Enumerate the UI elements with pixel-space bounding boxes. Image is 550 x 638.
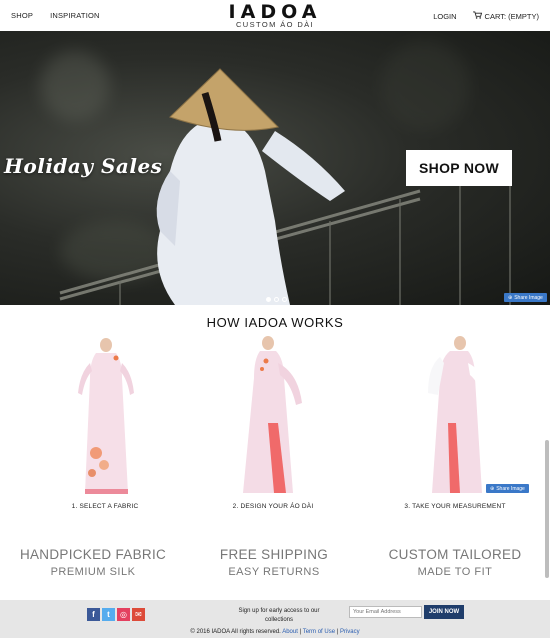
share-label: Share Image: [496, 485, 525, 492]
feature-subtitle: PREMIUM SILK: [50, 566, 136, 578]
copyright-line: © 2016 IADOA All rights reserved. About …: [190, 629, 360, 635]
cart-link[interactable]: CART: (EMPTY): [472, 11, 539, 21]
feature-custom-tailored: CUSTOM TAILORED MADE TO FIT: [370, 547, 540, 578]
carousel-dots: [266, 297, 287, 302]
feature-title: FREE SHIPPING: [219, 547, 329, 562]
email-icon[interactable]: ✉: [132, 608, 145, 621]
join-now-button[interactable]: JOIN NOW: [424, 605, 464, 619]
hero-share-image-button[interactable]: ⊕ Share Image: [504, 293, 547, 302]
carousel-dot-3[interactable]: [282, 297, 287, 302]
share-label: Share Image: [514, 294, 543, 301]
account-nav: LOGIN CART: (EMPTY): [433, 11, 539, 21]
feature-free-shipping: FREE SHIPPING EASY RETURNS: [189, 547, 359, 578]
carousel-dot-2[interactable]: [274, 297, 279, 302]
cart-label: CART: (EMPTY): [484, 11, 539, 21]
feature-subtitle: MADE TO FIT: [417, 566, 493, 578]
privacy-link[interactable]: Privacy: [340, 629, 360, 635]
step-design-ao-dai[interactable]: 2. DESIGN YOUR ÁO DÀI: [198, 333, 348, 518]
step-caption: 1. SELECT A FABRIC: [71, 503, 139, 510]
about-link[interactable]: About: [282, 629, 298, 635]
feature-title: CUSTOM TAILORED: [388, 547, 522, 562]
feature-handpicked-fabric: HANDPICKED FABRIC PREMIUM SILK: [8, 547, 178, 578]
terms-link[interactable]: Term of Use: [303, 629, 335, 635]
feature-subtitle: EASY RETURNS: [228, 566, 320, 578]
copyright-text: © 2016 IADOA All rights reserved.: [190, 629, 281, 635]
email-field[interactable]: [349, 606, 422, 618]
fabric-dress-image: [78, 338, 134, 494]
hero-banner[interactable]: Holiday Sales SHOP NOW ⊕ Share Image: [0, 31, 550, 305]
cart-icon: [472, 11, 482, 21]
step-caption: 3. TAKE YOUR MEASUREMENT: [404, 503, 506, 510]
page-scrollbar[interactable]: [545, 440, 549, 578]
logo-tagline: CUSTOM ÁO DÀI: [235, 20, 315, 29]
shop-now-button[interactable]: SHOP NOW: [406, 150, 512, 186]
step-share-image-button[interactable]: ⊕ Share Image: [486, 484, 529, 493]
facebook-icon[interactable]: f: [87, 608, 100, 621]
step-select-fabric[interactable]: 1. SELECT A FABRIC: [30, 333, 180, 518]
site-footer: f t ◎ ✉ Sign up for early access to our …: [0, 600, 550, 638]
step-caption: 2. DESIGN YOUR ÁO DÀI: [232, 503, 314, 510]
hero-title: Holiday Sales: [4, 154, 163, 178]
share-icon: ⊕: [490, 485, 495, 492]
instagram-icon[interactable]: ◎: [117, 608, 130, 621]
site-header: SHOP INSPIRATION IADOA CUSTOM ÁO DÀI LOG…: [0, 0, 550, 31]
feature-title: HANDPICKED FABRIC: [19, 547, 167, 562]
social-links: f t ◎ ✉: [87, 608, 145, 621]
measurement-dress-image: [428, 336, 490, 493]
twitter-icon[interactable]: t: [102, 608, 115, 621]
carousel-dot-1[interactable]: [266, 297, 271, 302]
share-icon: ⊕: [508, 294, 513, 301]
design-dress-image: [243, 336, 302, 493]
login-link[interactable]: LOGIN: [433, 12, 456, 21]
signup-text: Sign up for early access to our collecti…: [238, 608, 320, 623]
how-it-works-title: HOW IADOA WORKS: [206, 315, 344, 330]
